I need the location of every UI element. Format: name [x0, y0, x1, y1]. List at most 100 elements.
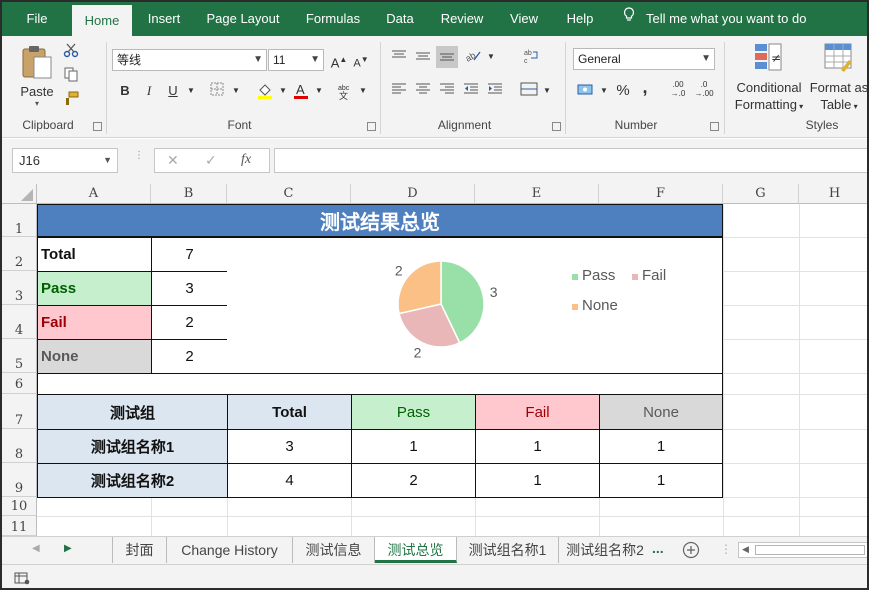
- summary-none-label[interactable]: None: [37, 339, 152, 374]
- summary-fail-value[interactable]: 2: [151, 305, 228, 340]
- tab-page-layout[interactable]: Page Layout: [198, 2, 288, 36]
- underline-button[interactable]: U: [164, 82, 182, 100]
- pie-chart[interactable]: 3 2 2 Pass Fail None: [227, 237, 723, 374]
- insert-function-button[interactable]: fx: [241, 152, 251, 168]
- scroll-right-icon[interactable]: ▶: [64, 543, 72, 554]
- row-header-1[interactable]: 1: [2, 204, 37, 237]
- copy-icon[interactable]: [62, 66, 80, 84]
- decrease-font-icon[interactable]: A▼: [352, 51, 370, 70]
- select-all-corner[interactable]: [2, 184, 37, 204]
- tab-review[interactable]: Review: [434, 2, 490, 36]
- chevron-down-icon[interactable]: ▼: [354, 82, 372, 100]
- group-row-fail[interactable]: 1: [475, 463, 600, 498]
- group-row-name[interactable]: 测试组名称2: [37, 463, 228, 498]
- font-size-combo[interactable]: 11 ▼: [268, 49, 324, 71]
- tabs-splitter-handle[interactable]: ⋮: [720, 542, 732, 556]
- chevron-down-icon[interactable]: ▼: [538, 82, 556, 100]
- chevron-down-icon[interactable]: ▼: [227, 82, 245, 100]
- align-center-icon[interactable]: [414, 82, 432, 100]
- more-tabs-button[interactable]: ...: [652, 540, 664, 556]
- paste-button[interactable]: Paste ▾: [16, 42, 58, 108]
- scroll-left-icon[interactable]: ◀: [32, 543, 40, 554]
- tab-file[interactable]: File: [14, 2, 60, 36]
- row-header-11[interactable]: 11: [2, 516, 37, 536]
- align-left-icon[interactable]: [390, 82, 408, 100]
- sheet-tab-group-1[interactable]: 测试组名称1: [457, 537, 559, 563]
- font-name-combo[interactable]: 等线 ▼: [112, 49, 267, 71]
- top-align-icon[interactable]: [390, 48, 408, 66]
- number-format-combo[interactable]: General ▼: [573, 48, 715, 70]
- group-row-none[interactable]: 1: [599, 463, 723, 498]
- sheet-tab-group-2[interactable]: 测试组名称2: [559, 537, 651, 563]
- sheet-tab-cover[interactable]: 封面: [113, 537, 167, 563]
- group-row-name[interactable]: 测试组名称1: [37, 429, 228, 464]
- increase-decimal-button[interactable]: .00 →.0: [666, 80, 690, 98]
- sheet-tab-test-info[interactable]: 测试信息: [293, 537, 375, 563]
- column-header-d[interactable]: D: [351, 184, 475, 204]
- borders-icon[interactable]: [208, 82, 226, 100]
- row-header-4[interactable]: 4: [2, 305, 37, 339]
- chevron-down-icon[interactable]: ▼: [274, 82, 292, 100]
- font-color-icon[interactable]: A: [292, 82, 310, 100]
- wrap-text-icon[interactable]: ab c: [522, 48, 540, 66]
- clipboard-launcher-icon[interactable]: [93, 122, 102, 131]
- chevron-down-icon[interactable]: ▼: [182, 82, 200, 100]
- column-header-g[interactable]: G: [723, 184, 799, 204]
- cancel-icon[interactable]: ✕: [167, 152, 179, 169]
- row-header-2[interactable]: 2: [2, 237, 37, 271]
- accounting-format-icon[interactable]: [577, 82, 595, 100]
- align-right-icon[interactable]: [438, 82, 456, 100]
- chevron-down-icon[interactable]: ▼: [595, 82, 613, 100]
- group-row-pass[interactable]: 1: [351, 429, 476, 464]
- horizontal-scrollbar[interactable]: ◀: [738, 542, 867, 558]
- group-header-pass[interactable]: Pass: [351, 394, 476, 430]
- group-row-total[interactable]: 3: [227, 429, 352, 464]
- summary-total-value[interactable]: 7: [151, 237, 228, 272]
- group-row-pass[interactable]: 2: [351, 463, 476, 498]
- increase-font-icon[interactable]: A▲: [330, 51, 348, 70]
- decrease-indent-icon[interactable]: [462, 82, 480, 100]
- sheet-tab-test-overview[interactable]: 测试总览: [375, 537, 457, 563]
- number-launcher-icon[interactable]: [710, 122, 719, 131]
- row-header-9[interactable]: 9: [2, 463, 37, 497]
- group-header-none[interactable]: None: [599, 394, 723, 430]
- tab-home[interactable]: Home: [72, 5, 132, 36]
- decrease-decimal-button[interactable]: .0 →.00: [692, 80, 716, 98]
- row-header-10[interactable]: 10: [2, 497, 37, 516]
- alignment-launcher-icon[interactable]: [552, 122, 561, 131]
- cut-icon[interactable]: [62, 42, 80, 60]
- summary-fail-label[interactable]: Fail: [37, 305, 152, 340]
- row-header-7[interactable]: 7: [2, 394, 37, 429]
- font-launcher-icon[interactable]: [367, 122, 376, 131]
- sheet-tab-change-history[interactable]: Change History: [167, 537, 293, 563]
- scrollbar-thumb[interactable]: [755, 545, 865, 555]
- summary-pass-value[interactable]: 3: [151, 271, 228, 306]
- column-header-c[interactable]: C: [227, 184, 351, 204]
- row-header-6[interactable]: 6: [2, 373, 37, 394]
- tab-help[interactable]: Help: [558, 2, 602, 36]
- column-header-f[interactable]: F: [599, 184, 723, 204]
- group-header-total[interactable]: Total: [227, 394, 352, 430]
- merge-center-icon[interactable]: [520, 82, 538, 100]
- group-row-none[interactable]: 1: [599, 429, 723, 464]
- format-as-table-button[interactable]: Format as Table ▾: [808, 42, 867, 116]
- italic-button[interactable]: I: [140, 82, 158, 100]
- increase-indent-icon[interactable]: [486, 82, 504, 100]
- column-header-h[interactable]: H: [799, 184, 867, 204]
- sheet-title-cell[interactable]: 测试结果总览: [37, 204, 723, 237]
- pie-slice-none[interactable]: [397, 260, 442, 315]
- column-header-b[interactable]: B: [151, 184, 227, 204]
- tell-me-search[interactable]: Tell me what you want to do: [622, 2, 806, 36]
- tab-formulas[interactable]: Formulas: [298, 2, 368, 36]
- summary-pass-label[interactable]: Pass: [37, 271, 152, 306]
- row-header-3[interactable]: 3: [2, 271, 37, 305]
- summary-total-label[interactable]: Total: [37, 237, 152, 272]
- fill-color-icon[interactable]: [256, 82, 274, 100]
- group-header-fail[interactable]: Fail: [475, 394, 600, 430]
- group-row-total[interactable]: 4: [227, 463, 352, 498]
- comma-button[interactable]: ,: [636, 78, 654, 96]
- group-header-name[interactable]: 测试组: [37, 394, 228, 430]
- macro-record-icon[interactable]: [14, 571, 30, 588]
- summary-none-value[interactable]: 2: [151, 339, 228, 374]
- formula-bar-handle[interactable]: ⋮: [134, 151, 144, 169]
